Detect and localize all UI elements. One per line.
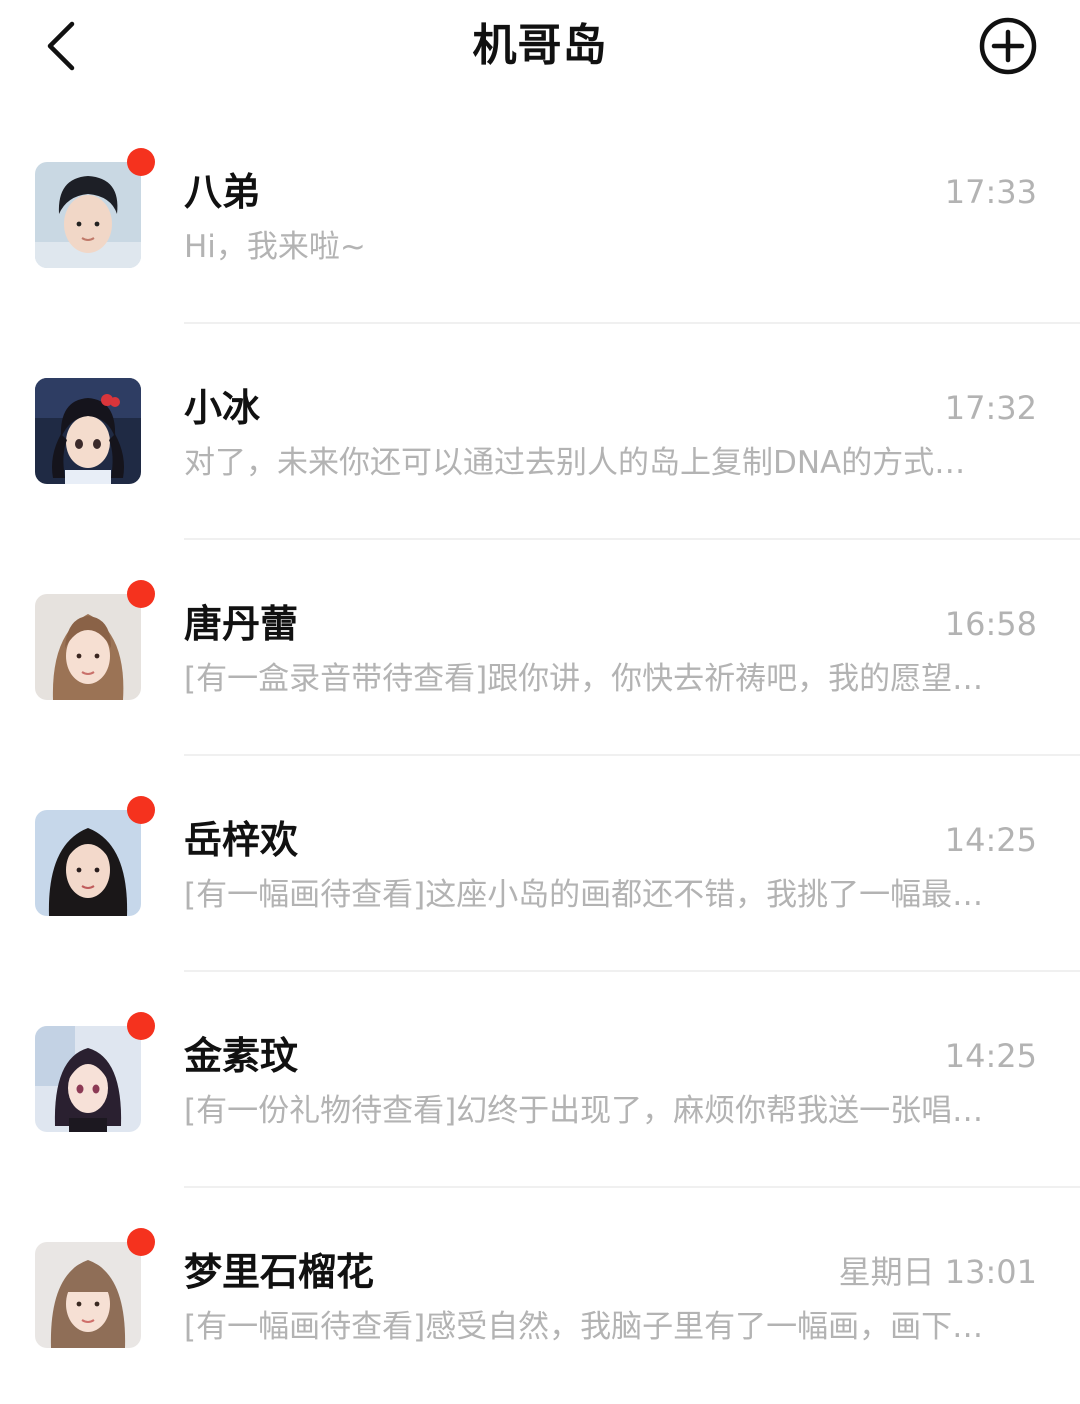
- contact-name: 唐丹蕾: [184, 602, 299, 646]
- message-preview: 对了，未来你还可以通过去别人的岛上复制DNA的方式…: [184, 445, 966, 481]
- avatar[interactable]: [35, 1026, 141, 1132]
- contact-name: 小冰: [184, 386, 261, 430]
- message-preview: [有一幅画待查看]这座小岛的画都还不错，我挑了一幅最…: [184, 877, 984, 913]
- contact-name: 梦里石榴花: [184, 1250, 375, 1294]
- avatar[interactable]: [35, 162, 141, 268]
- unread-dot: [127, 580, 155, 608]
- message-time: 14:25: [944, 1037, 1037, 1075]
- unread-dot: [127, 148, 155, 176]
- avatar-container: [35, 148, 155, 268]
- avatar[interactable]: [35, 594, 141, 700]
- message-preview: Hi，我来啦~: [184, 229, 366, 265]
- message-time: 星期日 13:01: [838, 1253, 1037, 1291]
- message-preview: [有一盒录音带待查看]跟你讲，你快去祈祷吧，我的愿望…: [184, 661, 984, 697]
- contact-name: 金素玟: [184, 1034, 299, 1078]
- avatar[interactable]: [35, 378, 141, 484]
- avatar-container: [35, 796, 155, 916]
- conversation-list: 八弟 17:33 Hi，我来啦~ 小冰 17:32 对了，未来你还可以通过去别人…: [0, 108, 1080, 1404]
- conversation-row[interactable]: 唐丹蕾 16:58 [有一盒录音带待查看]跟你讲，你快去祈祷吧，我的愿望…: [0, 540, 1080, 756]
- nav-bar: 机哥岛: [0, 0, 1080, 100]
- contact-name: 八弟: [184, 170, 261, 214]
- unread-dot: [127, 1228, 155, 1256]
- avatar[interactable]: [35, 1242, 141, 1348]
- message-time: 14:25: [944, 821, 1037, 859]
- message-time: 16:58: [944, 605, 1037, 643]
- message-time: 17:32: [944, 389, 1037, 427]
- add-button[interactable]: [976, 14, 1040, 78]
- conversation-row[interactable]: 梦里石榴花 星期日 13:01 [有一幅画待查看]感受自然，我脑子里有了一幅画，…: [0, 1188, 1080, 1404]
- conversation-row[interactable]: 金素玟 14:25 [有一份礼物待查看]幻终于出现了，麻烦你帮我送一张唱…: [0, 972, 1080, 1188]
- unread-dot: [127, 796, 155, 824]
- avatar-container: [35, 1228, 155, 1348]
- avatar-container: [35, 378, 141, 484]
- page-title: 机哥岛: [472, 20, 608, 71]
- avatar[interactable]: [35, 810, 141, 916]
- unread-dot: [127, 1012, 155, 1040]
- conversation-row[interactable]: 岳梓欢 14:25 [有一幅画待查看]这座小岛的画都还不错，我挑了一幅最…: [0, 756, 1080, 972]
- avatar-container: [35, 580, 155, 700]
- message-preview: [有一份礼物待查看]幻终于出现了，麻烦你帮我送一张唱…: [184, 1093, 984, 1129]
- message-preview: [有一幅画待查看]感受自然，我脑子里有了一幅画，画下…: [184, 1309, 984, 1345]
- avatar-container: [35, 1012, 155, 1132]
- conversation-row[interactable]: 小冰 17:32 对了，未来你还可以通过去别人的岛上复制DNA的方式…: [0, 324, 1080, 540]
- contact-name: 岳梓欢: [184, 818, 299, 862]
- conversation-row[interactable]: 八弟 17:33 Hi，我来啦~: [0, 108, 1080, 324]
- message-time: 17:33: [944, 173, 1037, 211]
- plus-circle-icon: [979, 17, 1037, 75]
